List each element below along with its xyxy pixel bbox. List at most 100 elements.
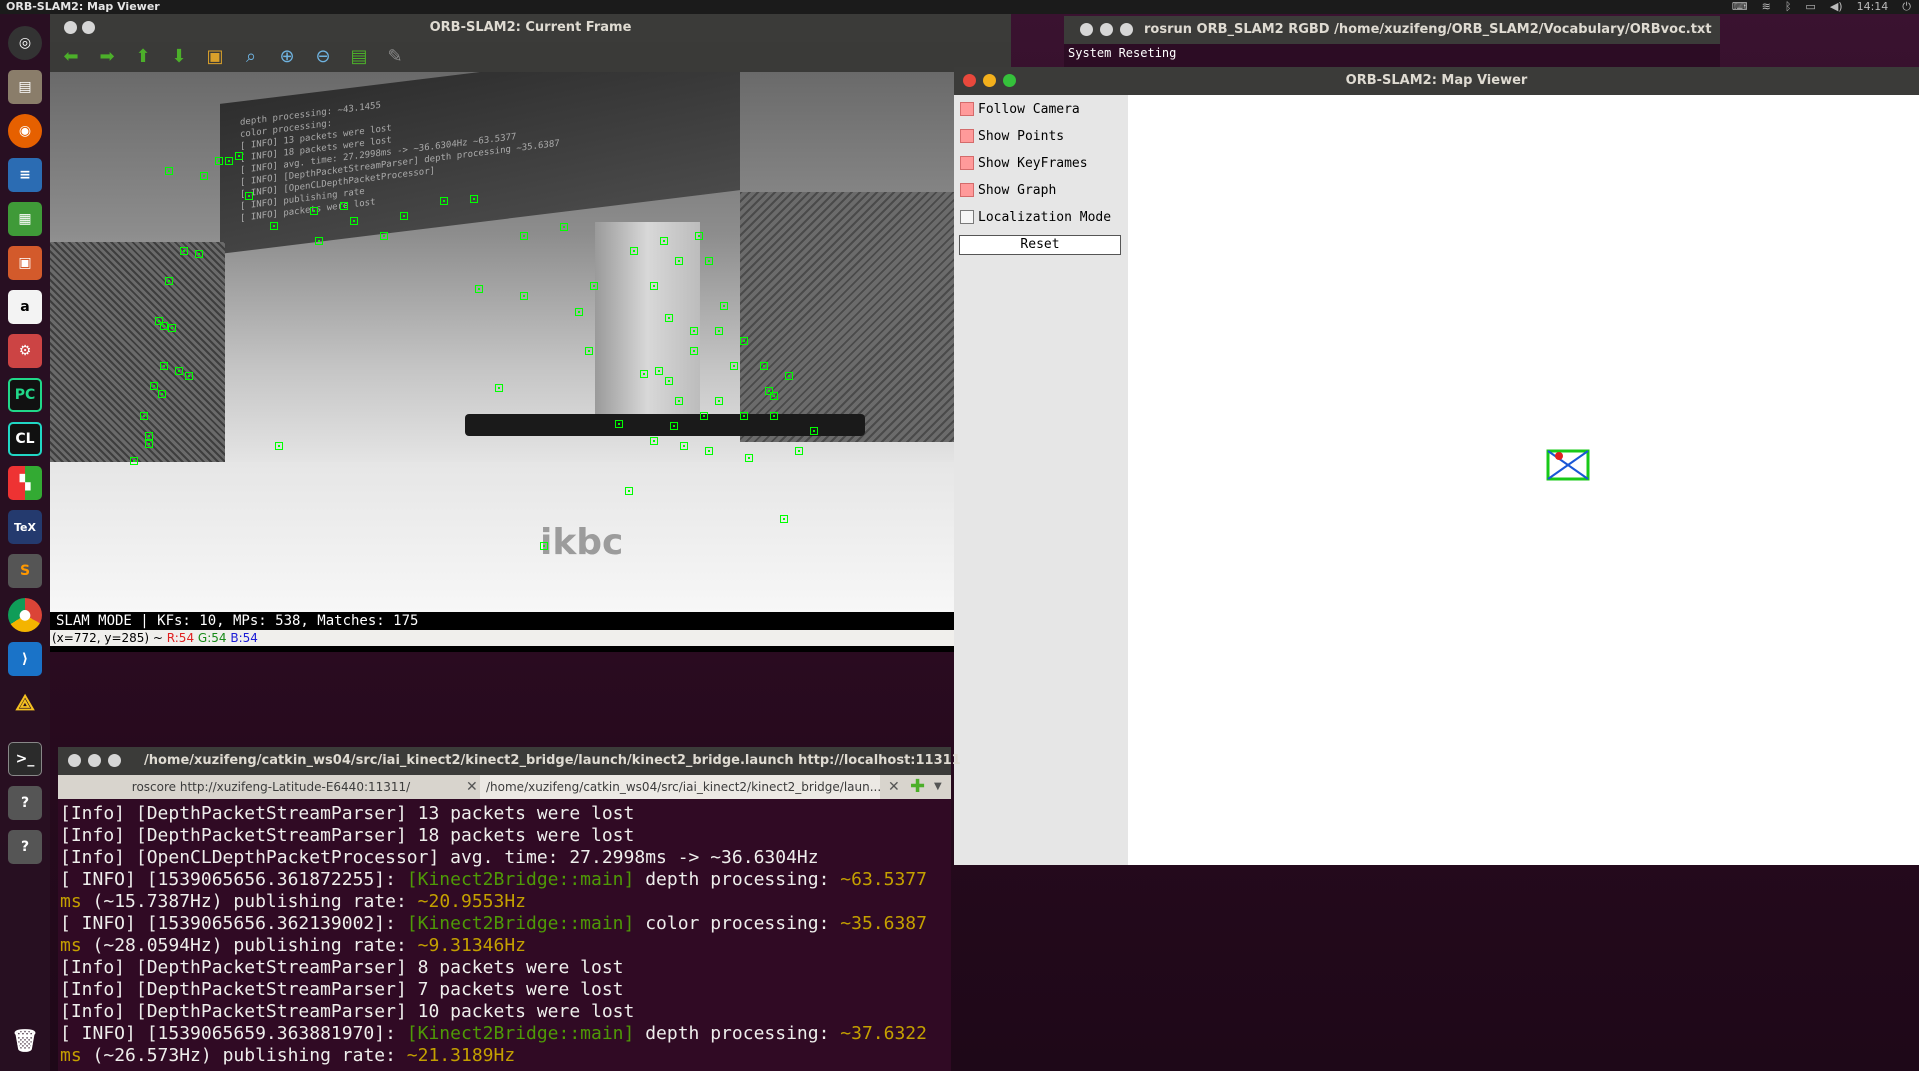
title-bar[interactable]: ORB-SLAM2: Map Viewer (954, 67, 1919, 95)
monitor-base (465, 414, 865, 436)
feature-marker (720, 302, 728, 310)
texstudio-icon[interactable]: TeX (8, 510, 42, 544)
checkbox-box[interactable] (960, 210, 974, 224)
feature-marker (475, 285, 483, 293)
checkbox-box[interactable] (960, 102, 974, 116)
keyboard-icon[interactable]: ⌨ (1732, 0, 1748, 14)
launcher: ◎ ▤ ◉ ≡ ▦ ▣ a ⚙ PC CL ▚ TeX S ● ⟩ ⟁ >_ ?… (0, 14, 50, 1071)
firefox-icon[interactable]: ◉ (8, 114, 42, 148)
feature-marker (625, 487, 633, 495)
terminal-text: [Kinect2Bridge::main] (406, 913, 635, 934)
camera-frame-image: depth processing: ~43.1455 color process… (50, 72, 1012, 612)
feature-marker (168, 324, 176, 332)
files-icon[interactable]: ▤ (8, 70, 42, 104)
keyboard-brand: ikbc (540, 522, 624, 563)
calc-icon[interactable]: ▦ (8, 202, 42, 236)
checkbox-box[interactable] (960, 183, 974, 197)
terminal-text: [ INFO] [1539065656.361872255]: (60, 869, 407, 890)
minimize-button[interactable] (88, 754, 101, 767)
localization-mode-checkbox[interactable]: Localization Mode (960, 208, 1111, 226)
terminal-text: ~9.31346Hz (417, 935, 527, 956)
zoom-out-icon[interactable]: ⊖ (312, 46, 334, 68)
pen-holder (50, 242, 225, 472)
unknown-icon[interactable]: ? (8, 830, 42, 864)
power-icon[interactable]: ⏻ (1902, 0, 1911, 14)
maximize-button[interactable] (1120, 23, 1133, 36)
zoom-fit-icon[interactable]: ⌕ (240, 46, 262, 68)
chrome-icon[interactable]: ● (8, 598, 42, 632)
battery-icon[interactable]: ▭ (1805, 0, 1815, 14)
sublime-icon[interactable]: S (8, 554, 42, 588)
feature-marker (155, 317, 163, 325)
feature-marker (740, 337, 748, 345)
title-bar[interactable]: rosrun ORB_SLAM2 RGBD /home/xuzifeng/ORB… (1064, 16, 1720, 44)
vscode-icon[interactable]: ⟩ (8, 642, 42, 676)
minimize-button[interactable] (1100, 23, 1113, 36)
pan-left-icon[interactable]: ⬅ (60, 46, 82, 68)
close-button[interactable] (1080, 23, 1093, 36)
clock[interactable]: 14:14 (1857, 0, 1889, 14)
title-bar[interactable]: /home/xuzifeng/catkin_ws04/src/iai_kinec… (58, 747, 961, 775)
terminal-line: [ INFO] [1539065656.361872255]: [Kinect2… (60, 869, 950, 891)
network-icon[interactable]: ⟁ (8, 686, 42, 720)
show-points-checkbox[interactable]: Show Points (960, 127, 1064, 145)
close-button[interactable] (68, 754, 81, 767)
show-graph-checkbox[interactable]: Show Graph (960, 181, 1056, 199)
maximize-button[interactable] (108, 754, 121, 767)
tab-kinect2-bridge[interactable]: /home/xuzifeng/catkin_ws04/src/iai_kinec… (480, 775, 880, 799)
feature-marker (470, 195, 478, 203)
clion-icon[interactable]: CL (8, 422, 42, 456)
follow-camera-checkbox[interactable]: Follow Camera (960, 100, 1080, 118)
background-terminal-window[interactable]: rosrun ORB_SLAM2 RGBD /home/xuzifeng/ORB… (1064, 16, 1720, 68)
checkbox-box[interactable] (960, 129, 974, 143)
zoom-in-icon[interactable]: ⊕ (276, 46, 298, 68)
amazon-icon[interactable]: a (8, 290, 42, 324)
reset-button[interactable]: Reset (959, 235, 1121, 255)
settings-icon[interactable]: ⚙ (8, 334, 42, 368)
show-keyframes-checkbox[interactable]: Show KeyFrames (960, 154, 1088, 172)
volume-icon[interactable]: ◀) (1830, 0, 1843, 14)
close-icon[interactable]: ✕ (888, 775, 900, 799)
unknown-icon[interactable]: ? (8, 786, 42, 820)
map-viewer-window[interactable]: ORB-SLAM2: Map Viewer Follow Camera Show… (954, 67, 1919, 865)
terminal-output[interactable]: [Info] [DepthPacketStreamParser] 13 pack… (60, 803, 950, 1071)
terminal-text: (~15.7387Hz) publishing rate: (81, 891, 418, 912)
add-tab-icon[interactable]: ✚ (910, 775, 925, 799)
windows-icon[interactable]: ▚ (8, 466, 42, 500)
feature-marker (615, 420, 623, 428)
close-icon[interactable]: ✕ (466, 775, 478, 799)
save-icon[interactable]: ▤ (348, 46, 370, 68)
feature-marker (150, 382, 158, 390)
trash-icon[interactable]: 🗑 (8, 1024, 42, 1058)
terminal-icon[interactable]: >_ (8, 742, 42, 776)
current-frame-window[interactable]: ORB-SLAM2: Current Frame ⬅ ➡ ⬆ ⬇ ▣ ⌕ ⊕ ⊖… (50, 14, 1012, 652)
feature-marker (225, 157, 233, 165)
feature-marker (560, 223, 568, 231)
feature-marker (130, 457, 138, 465)
terminal-text: [Kinect2Bridge::main] (406, 1023, 635, 1044)
feature-marker (640, 370, 648, 378)
terminal-text: depth processing: (634, 869, 841, 890)
feature-marker (705, 447, 713, 455)
title-bar[interactable]: ORB-SLAM2: Current Frame (50, 14, 1011, 42)
pan-up-icon[interactable]: ⬆ (132, 46, 154, 68)
impress-icon[interactable]: ▣ (8, 246, 42, 280)
checkbox-box[interactable] (960, 156, 974, 170)
wifi-icon[interactable]: ≋ (1762, 0, 1771, 14)
map-3d-canvas[interactable] (1128, 95, 1919, 865)
terminal-line: [Info] [OpenCLDepthPacketProcessor] avg.… (60, 847, 950, 869)
terminal-text: ms (60, 935, 82, 956)
pycharm-icon[interactable]: PC (8, 378, 42, 412)
chevron-down-icon[interactable]: ▼ (934, 775, 942, 799)
image-icon[interactable]: ▣ (204, 46, 226, 68)
bluetooth-icon[interactable]: ᛒ (1785, 0, 1792, 14)
pan-down-icon[interactable]: ⬇ (168, 46, 190, 68)
properties-icon[interactable]: ✎ (384, 46, 406, 68)
pan-right-icon[interactable]: ➡ (96, 46, 118, 68)
ubuntu-logo-icon[interactable]: ◎ (8, 26, 42, 60)
feature-marker (695, 232, 703, 240)
feature-marker (700, 412, 708, 420)
tab-roscore[interactable]: roscore http://xuzifeng-Latitude-E6440:1… (58, 775, 478, 799)
terminal-window[interactable]: /home/xuzifeng/catkin_ws04/src/iai_kinec… (58, 747, 961, 1071)
writer-icon[interactable]: ≡ (8, 158, 42, 192)
